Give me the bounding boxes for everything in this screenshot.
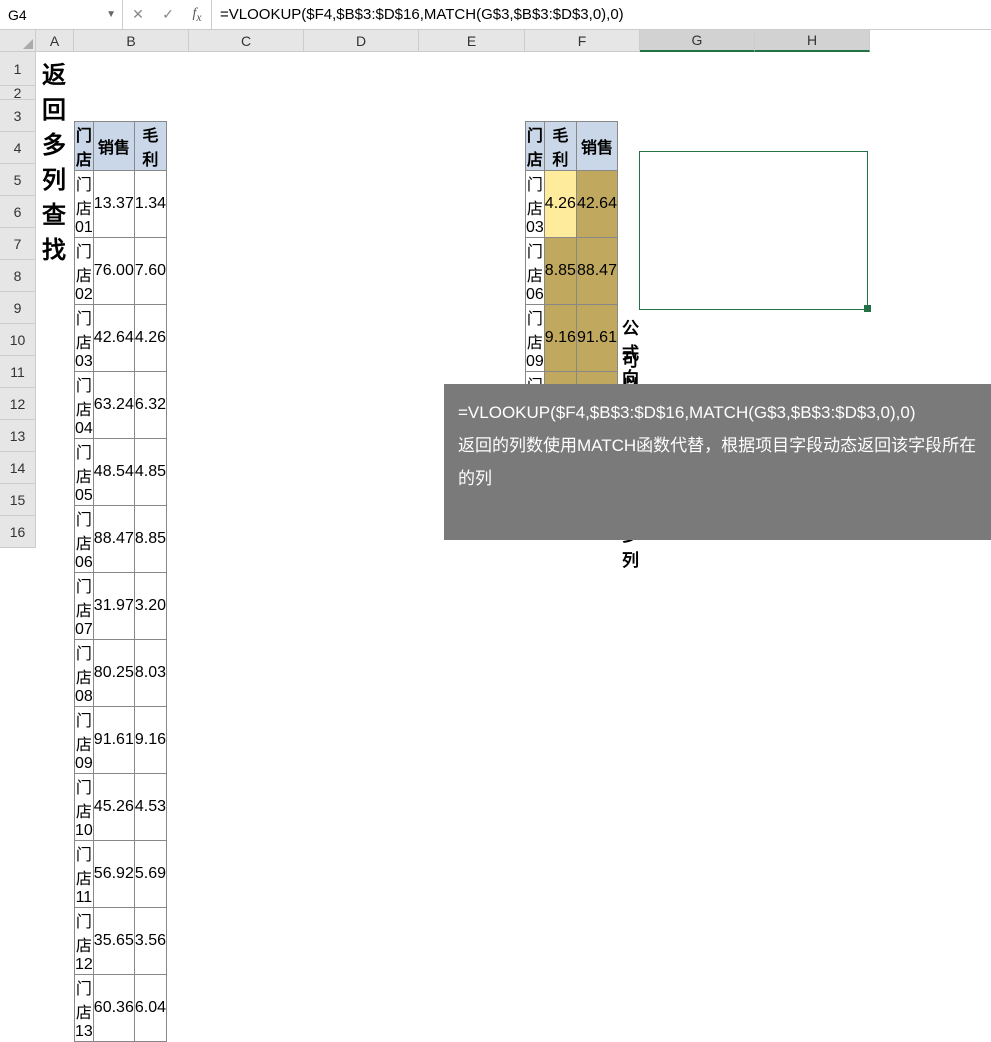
col-header-C[interactable]: C xyxy=(189,30,304,52)
select-all-triangle[interactable] xyxy=(0,30,36,52)
row-header-11[interactable]: 11 xyxy=(0,356,36,388)
formula-bar-buttons: ✕ ✓ fx xyxy=(123,0,212,29)
name-box-value: G4 xyxy=(8,7,27,23)
table-row: 门店0688.478.85 xyxy=(75,506,167,573)
row-header-12[interactable]: 12 xyxy=(0,388,36,420)
formula-input[interactable]: =VLOOKUP($F4,$B$3:$D$16,MATCH(G$3,$B$3:$… xyxy=(212,6,991,23)
table-row: 门店034.2642.64 xyxy=(526,171,618,238)
col-header-B[interactable]: B xyxy=(74,30,189,52)
table-row: 门店0991.619.16 xyxy=(75,707,167,774)
col-header-H[interactable]: H xyxy=(755,30,870,52)
row-header-3[interactable]: 3 xyxy=(0,100,36,132)
col-header-G[interactable]: G xyxy=(640,30,755,52)
formula-bar: G4 ▼ ✕ ✓ fx =VLOOKUP($F4,$B$3:$D$16,MATC… xyxy=(0,0,991,30)
active-cell[interactable]: 4.26 xyxy=(544,171,576,238)
col-header-F[interactable]: F xyxy=(525,30,640,52)
table-row: 门店0548.544.85 xyxy=(75,439,167,506)
explanation-box: =VLOOKUP($F4,$B$3:$D$16,MATCH(G$3,$B$3:$… xyxy=(444,384,991,540)
row-header-16[interactable]: 16 xyxy=(0,516,36,548)
row-header-2[interactable]: 2 xyxy=(0,86,36,100)
th-store[interactable]: 门店 xyxy=(526,122,545,171)
col-header-A[interactable]: A xyxy=(36,30,74,52)
table-row: 门店1045.264.53 xyxy=(75,774,167,841)
row-header-15[interactable]: 15 xyxy=(0,484,36,516)
th-profit[interactable]: 毛利 xyxy=(544,122,576,171)
row-header-6[interactable]: 6 xyxy=(0,196,36,228)
th-sales[interactable]: 销售 xyxy=(576,122,617,171)
row-header-1[interactable]: 1 xyxy=(0,52,36,86)
row-header-4[interactable]: 4 xyxy=(0,132,36,164)
th-profit[interactable]: 毛利 xyxy=(134,122,166,171)
col-header-E[interactable]: E xyxy=(419,30,525,52)
row-header-5[interactable]: 5 xyxy=(0,164,36,196)
name-box[interactable]: G4 ▼ xyxy=(0,0,123,29)
col-header-D[interactable]: D xyxy=(304,30,419,52)
fill-handle[interactable] xyxy=(864,305,871,312)
table-row: 门店0463.246.32 xyxy=(75,372,167,439)
column-headers: A B C D E F G H xyxy=(36,30,870,52)
cancel-icon[interactable]: ✕ xyxy=(123,6,153,23)
table-header-row: 门店 销售 毛利 xyxy=(75,122,167,171)
explanation-formula: =VLOOKUP($F4,$B$3:$D$16,MATCH(G$3,$B$3:$… xyxy=(458,396,982,429)
table-row: 门店099.1691.61 xyxy=(526,305,618,372)
table-row: 门店068.8588.47 xyxy=(526,238,618,305)
table-row: 门店0276.007.60 xyxy=(75,238,167,305)
fx-icon[interactable]: fx xyxy=(183,6,211,24)
table-row: 门店1156.925.69 xyxy=(75,841,167,908)
table-row: 门店1235.653.56 xyxy=(75,908,167,975)
table-row: 门店0731.973.20 xyxy=(75,573,167,640)
row-header-8[interactable]: 8 xyxy=(0,260,36,292)
page-title: 返回多列查找 xyxy=(42,55,66,265)
name-box-dropdown-icon[interactable]: ▼ xyxy=(106,9,116,20)
table-row: 门店0880.258.03 xyxy=(75,640,167,707)
explanation-desc: 返回的列数使用MATCH函数代替，根据项目字段动态返回该字段所在的列 xyxy=(458,429,982,495)
selection-outline xyxy=(639,151,868,310)
table-row: 门店0342.644.26 xyxy=(75,305,167,372)
enter-icon[interactable]: ✓ xyxy=(153,6,183,23)
th-store[interactable]: 门店 xyxy=(75,122,94,171)
source-table: 门店 销售 毛利 门店0113.371.34 门店0276.007.60 门店0… xyxy=(74,121,167,1042)
table-header-row: 门店 毛利 销售 xyxy=(526,122,618,171)
table-row: 门店1360.366.04 xyxy=(75,975,167,1042)
row-header-7[interactable]: 7 xyxy=(0,228,36,260)
row-header-13[interactable]: 13 xyxy=(0,420,36,452)
row-header-14[interactable]: 14 xyxy=(0,452,36,484)
row-header-9[interactable]: 9 xyxy=(0,292,36,324)
th-sales[interactable]: 销售 xyxy=(93,122,134,171)
row-headers: 1 2 3 4 5 6 7 8 9 10 11 12 13 14 15 16 xyxy=(0,52,36,548)
row-header-10[interactable]: 10 xyxy=(0,324,36,356)
table-row: 门店0113.371.34 xyxy=(75,171,167,238)
